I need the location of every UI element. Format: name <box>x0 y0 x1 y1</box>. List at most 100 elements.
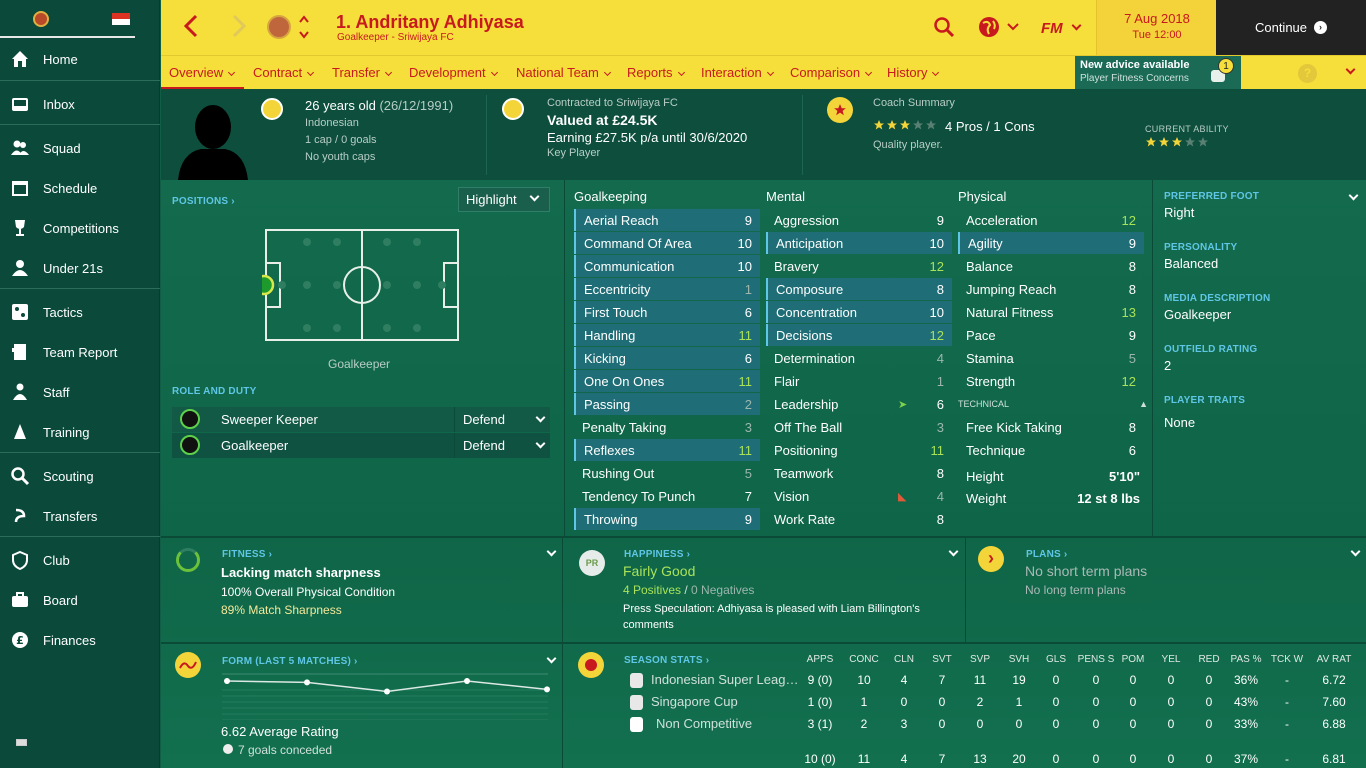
stats-header[interactable]: TCK W <box>1262 654 1312 665</box>
attribute-row[interactable]: Strength 12 <box>958 370 1144 392</box>
attribute-row[interactable]: Jumping Reach 8 <box>958 278 1144 300</box>
attribute-row[interactable]: Kicking 6 <box>574 347 760 369</box>
attribute-row[interactable]: Positioning 11 <box>766 439 952 461</box>
attribute-row[interactable]: Aggression 9 <box>766 209 952 231</box>
world-menu-button[interactable] <box>978 16 1024 40</box>
attribute-row[interactable]: One On Ones 11 <box>574 370 760 392</box>
tab-contract[interactable]: Contract <box>253 65 315 80</box>
sidebar-item-home[interactable]: Home <box>0 39 160 79</box>
attribute-row[interactable]: Rushing Out 5 <box>574 462 760 484</box>
sidebar-item-training[interactable]: Training <box>0 412 160 452</box>
plans-collapse-button[interactable] <box>1346 546 1361 561</box>
date-panel[interactable]: 7 Aug 2018 Tue 12:00 <box>1096 0 1216 55</box>
sidebar-item-scouting[interactable]: Scouting <box>0 456 160 496</box>
competition-name[interactable]: Indonesian Super Leag… <box>651 672 798 687</box>
attribute-row[interactable]: Acceleration 12 <box>958 209 1144 231</box>
advice-box[interactable]: New advice available Player Fitness Conc… <box>1075 56 1241 89</box>
tab-transfer[interactable]: Transfer <box>332 65 392 80</box>
competition-name[interactable]: Non Competitive <box>656 716 752 731</box>
info-collapse-button[interactable] <box>1344 190 1359 204</box>
keyboard-icon[interactable] <box>16 739 27 746</box>
happiness-collapse-button[interactable] <box>944 546 959 561</box>
sidebar-item-competitions[interactable]: Competitions <box>0 208 160 248</box>
attribute-row[interactable]: Flair 1 <box>766 370 952 392</box>
attribute-row[interactable]: Decisions 12 <box>766 324 952 346</box>
attribute-row[interactable]: Command Of Area 10 <box>574 232 760 254</box>
tab-national-team[interactable]: National Team <box>516 65 611 80</box>
season-stats-label[interactable]: SEASON STATS › <box>624 655 709 666</box>
attribute-row[interactable]: Vision ◣ 4 <box>766 485 952 507</box>
stats-header[interactable]: AV RAT <box>1309 654 1359 665</box>
tab-overview[interactable]: Overview <box>169 65 236 80</box>
happiness-label[interactable]: HAPPINESS › <box>624 549 690 560</box>
tab-reports[interactable]: Reports <box>627 65 685 80</box>
expand-header-button[interactable] <box>1341 64 1357 80</box>
attribute-row[interactable]: Free Kick Taking 8 <box>958 416 1144 438</box>
attribute-row[interactable]: Balance 8 <box>958 255 1144 277</box>
player-switch-icon[interactable] <box>298 13 310 41</box>
pros-cons[interactable]: 4 Pros / 1 Cons <box>945 119 1035 134</box>
form-collapse-button[interactable] <box>542 653 557 668</box>
tab-comparison[interactable]: Comparison <box>790 65 873 80</box>
attribute-row[interactable]: Bravery 12 <box>766 255 952 277</box>
attribute-row[interactable]: Technique 6 <box>958 439 1144 461</box>
attribute-row[interactable]: Determination 4 <box>766 347 952 369</box>
positions-label[interactable]: POSITIONS › <box>172 196 235 207</box>
continue-button[interactable]: Continue › <box>1216 0 1366 55</box>
fitness-collapse-button[interactable] <box>542 546 557 561</box>
form-point[interactable] <box>544 686 550 693</box>
competition-name[interactable]: Singapore Cup <box>651 694 738 709</box>
attribute-row[interactable]: Natural Fitness 13 <box>958 301 1144 323</box>
attribute-row[interactable]: Agility 9 <box>958 232 1144 254</box>
attribute-row[interactable]: Reflexes 11 <box>574 439 760 461</box>
sidebar-item-inbox[interactable]: Inbox <box>0 84 160 124</box>
stats-header[interactable]: APPS <box>795 654 845 665</box>
help-icon[interactable]: ? <box>1298 64 1317 83</box>
sidebar-item-transfers[interactable]: Transfers <box>0 496 160 536</box>
fitness-label[interactable]: FITNESS › <box>222 549 272 560</box>
attribute-row[interactable]: Handling 11 <box>574 324 760 346</box>
attribute-row[interactable]: Passing 2 <box>574 393 760 415</box>
sidebar-item-under-21s[interactable]: Under 21s <box>0 248 160 288</box>
attribute-row[interactable]: First Touch 6 <box>574 301 760 323</box>
form-point[interactable] <box>384 688 390 695</box>
technical-title[interactable]: TECHNICAL ▲ <box>958 399 1148 409</box>
search-button[interactable] <box>933 16 955 38</box>
tab-history[interactable]: History <box>887 65 940 80</box>
duty-dropdown[interactable]: Defend <box>454 407 550 432</box>
highlight-dropdown[interactable]: Highlight <box>458 187 550 212</box>
role-row[interactable]: Goalkeeper Defend <box>172 433 550 458</box>
sidebar-item-team-report[interactable]: Team Report <box>0 332 160 372</box>
fm-menu-button[interactable]: FM <box>1041 18 1091 38</box>
form-label[interactable]: FORM (LAST 5 MATCHES) › <box>222 656 358 667</box>
form-point[interactable] <box>224 678 230 684</box>
attribute-row[interactable]: Throwing 9 <box>574 508 760 530</box>
forward-button[interactable] <box>231 14 257 40</box>
attribute-row[interactable]: Work Rate 8 <box>766 508 952 530</box>
club-crest-icon[interactable] <box>33 11 49 27</box>
sidebar-item-tactics[interactable]: Tactics <box>0 292 160 332</box>
attribute-row[interactable]: Communication 10 <box>574 255 760 277</box>
duty-dropdown[interactable]: Defend <box>454 433 550 458</box>
attribute-row[interactable]: Penalty Taking 3 <box>574 416 760 438</box>
role-row[interactable]: Sweeper Keeper Defend <box>172 407 550 432</box>
attribute-row[interactable]: Composure 8 <box>766 278 952 300</box>
attribute-row[interactable]: Off The Ball 3 <box>766 416 952 438</box>
tab-development[interactable]: Development <box>409 65 498 80</box>
attribute-row[interactable]: Anticipation 10 <box>766 232 952 254</box>
sidebar-item-staff[interactable]: Staff <box>0 372 160 412</box>
sidebar-item-finances[interactable]: £ Finances <box>0 620 160 660</box>
back-button[interactable] <box>183 14 209 40</box>
form-point[interactable] <box>464 678 470 684</box>
attribute-row[interactable]: Leadership ➤ 6 <box>766 393 952 415</box>
attribute-row[interactable]: Eccentricity 1 <box>574 278 760 300</box>
sidebar-item-club[interactable]: Club <box>0 540 160 580</box>
attribute-row[interactable]: Concentration 10 <box>766 301 952 323</box>
sidebar-item-squad[interactable]: Squad <box>0 128 160 168</box>
tab-interaction[interactable]: Interaction <box>701 65 774 80</box>
attribute-row[interactable]: Aerial Reach 9 <box>574 209 760 231</box>
form-point[interactable] <box>304 679 310 686</box>
attribute-row[interactable]: Teamwork 8 <box>766 462 952 484</box>
sidebar-item-schedule[interactable]: Schedule <box>0 168 160 208</box>
attribute-row[interactable]: Pace 9 <box>958 324 1144 346</box>
